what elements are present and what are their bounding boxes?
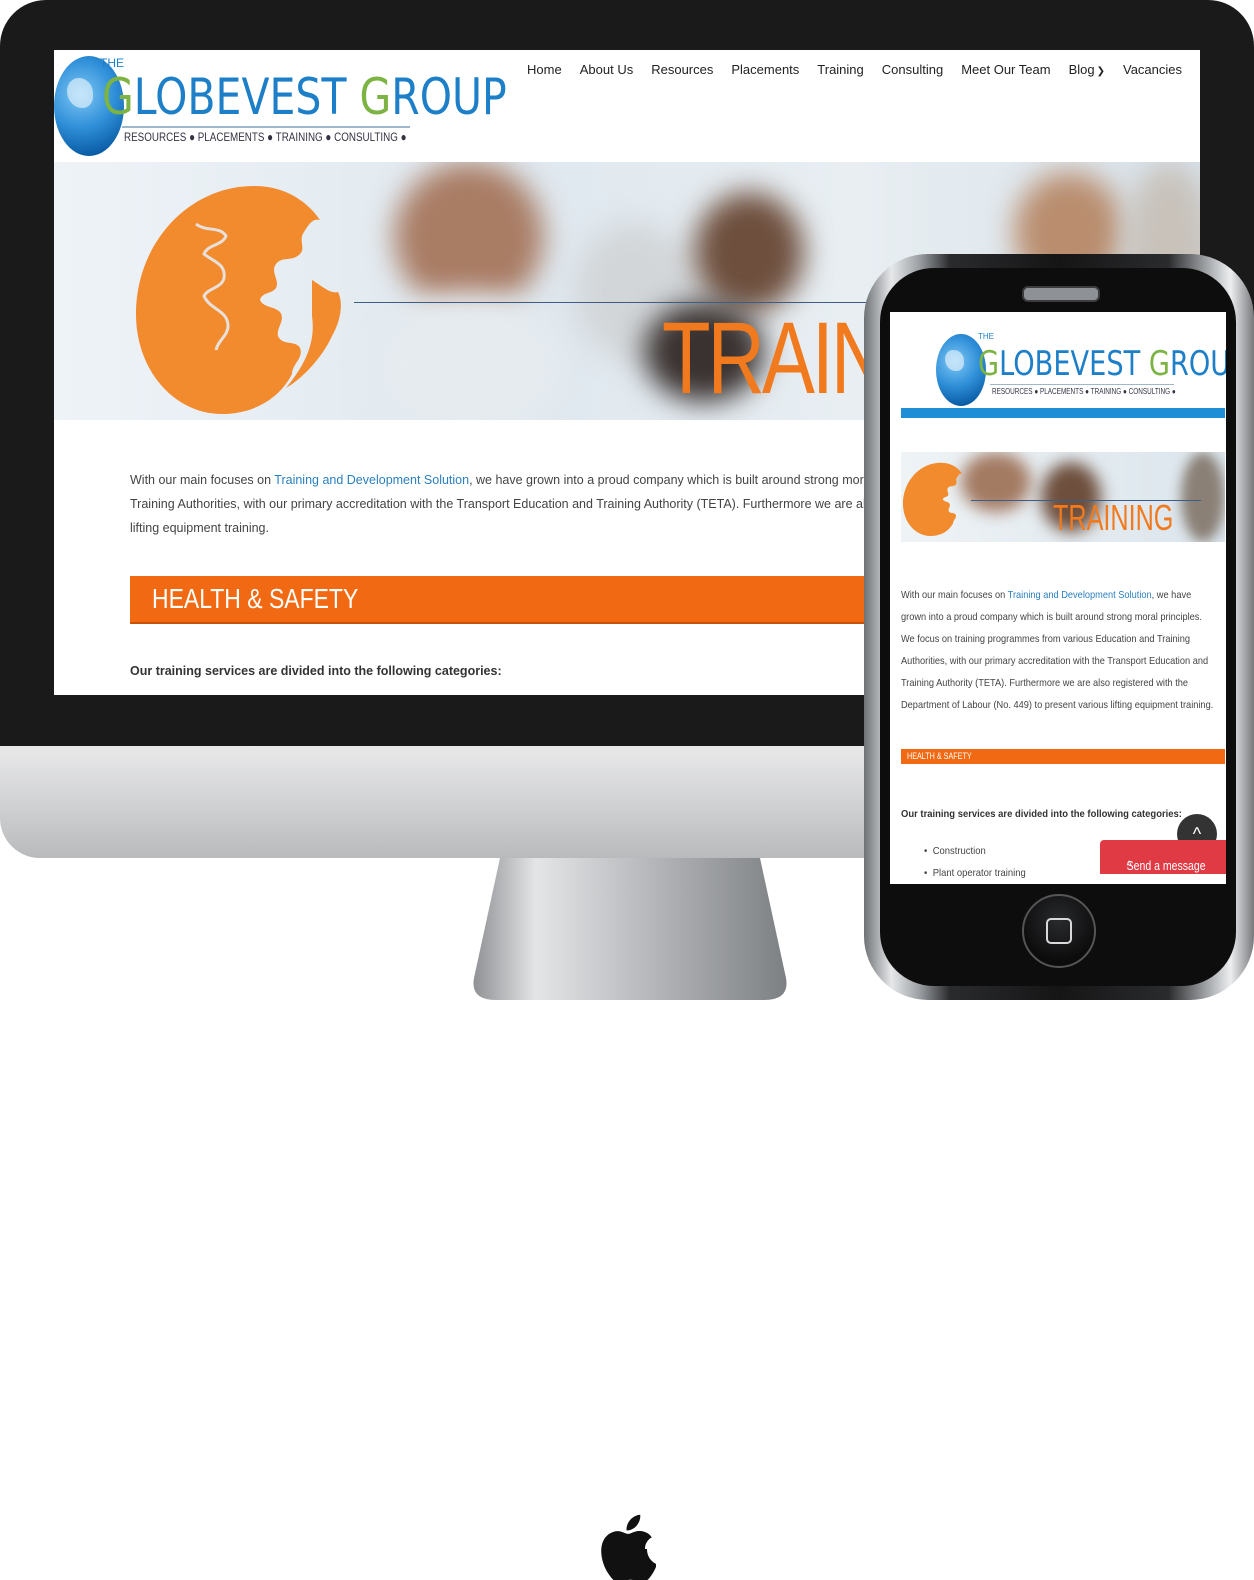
mobile-training-solution-link[interactable]: Training and Development Solution: [1008, 589, 1152, 601]
nav-consulting[interactable]: Consulting: [882, 62, 943, 77]
mobile-site-logo[interactable]: THE GLOBEVEST GROUP RESOURCES ● PLACEMEN…: [936, 332, 1226, 408]
logo-wordmark: GLOBEVEST GROUP: [102, 68, 507, 126]
nav-placements[interactable]: Placements: [731, 62, 799, 77]
send-message-button[interactable]: Send a message ^: [1100, 840, 1226, 874]
logo-divider: [122, 126, 410, 128]
mobile-hero-banner: TRAINING: [901, 452, 1225, 542]
apple-logo-icon: [601, 1514, 656, 1580]
mobile-categories-heading: Our training services are divided into t…: [901, 808, 1182, 820]
nav-resources[interactable]: Resources: [651, 62, 713, 77]
mobile-nav-bar[interactable]: [901, 408, 1225, 418]
chevron-down-icon: ❯: [1096, 66, 1105, 77]
mobile-screen: THE GLOBEVEST GROUP RESOURCES ● PLACEMEN…: [890, 312, 1226, 884]
site-logo[interactable]: THE GLOBEVEST GROUP RESOURCES ● PLACEMEN…: [54, 54, 507, 158]
nav-blog[interactable]: Blog ❯: [1069, 62, 1105, 77]
hero-title: TRAIN: [662, 301, 888, 415]
training-solution-link[interactable]: Training and Development Solution: [274, 473, 469, 487]
phone-device: THE GLOBEVEST GROUP RESOURCES ● PLACEMEN…: [862, 254, 1254, 1000]
nav-home[interactable]: Home: [527, 62, 562, 77]
categories-heading: Our training services are divided into t…: [130, 664, 502, 678]
site-header: THE GLOBEVEST GROUP RESOURCES ● PLACEMEN…: [54, 50, 1200, 162]
home-button-icon[interactable]: [1022, 894, 1096, 968]
nav-training[interactable]: Training: [817, 62, 863, 77]
mobile-category-list: Construction Plant operator training: [924, 840, 1026, 884]
main-nav: Home About Us Resources Placements Train…: [527, 62, 1182, 77]
nav-about-us[interactable]: About Us: [580, 62, 633, 77]
list-item: Plant operator training: [924, 862, 1026, 884]
imac-stand: [473, 858, 787, 1000]
orange-globe-icon: [903, 462, 963, 536]
logo-tagline: RESOURCES ● PLACEMENTS ● TRAINING ● CONS…: [124, 130, 407, 144]
mobile-hero-title: TRAINING: [1053, 497, 1174, 538]
orange-globe-icon: [136, 186, 341, 414]
mobile-intro-paragraph: With our main focuses on Training and De…: [901, 589, 1214, 711]
list-item: Construction: [924, 840, 1026, 862]
phone-earpiece: [1022, 286, 1100, 302]
nav-meet-our-team[interactable]: Meet Our Team: [961, 62, 1050, 77]
nav-vacancies[interactable]: Vacancies: [1123, 62, 1182, 77]
mobile-section-header-health-safety: HEALTH & SAFETY: [901, 749, 1225, 764]
chevron-up-icon: ^: [1126, 858, 1132, 873]
